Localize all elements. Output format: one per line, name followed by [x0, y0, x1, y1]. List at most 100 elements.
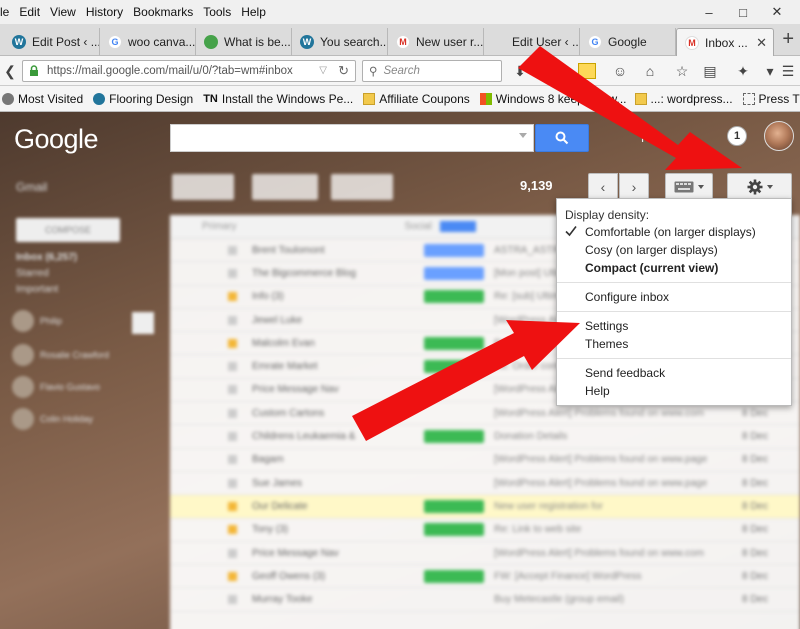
- folder-inbox[interactable]: Inbox (6,257): [16, 252, 77, 263]
- hamburger-menu-icon[interactable]: ☰: [778, 61, 798, 81]
- tab-you-search[interactable]: W You search...: [292, 28, 388, 56]
- tab-inbox[interactable]: M Inbox ... ✕: [676, 28, 774, 56]
- tab-new-user[interactable]: M New user r...: [388, 28, 484, 56]
- input-tools-button[interactable]: [665, 173, 713, 200]
- download-icon[interactable]: ⬇: [510, 61, 530, 81]
- gmail-search-input[interactable]: [170, 124, 534, 152]
- menu-tools[interactable]: Tools: [198, 5, 236, 19]
- table-row[interactable]: Tony (3) Re: Link to web site 8 Dec: [170, 519, 800, 542]
- home-icon[interactable]: ⌂: [640, 61, 660, 81]
- select-all-button[interactable]: [172, 174, 234, 200]
- gmail-search-button[interactable]: [535, 124, 589, 152]
- star-icon[interactable]: [228, 455, 237, 465]
- add-contact-icon[interactable]: [132, 312, 154, 334]
- bookmark-install-windows[interactable]: TN Install the Windows Pe...: [201, 92, 361, 106]
- bookmark-windows-8[interactable]: Windows 8 keeps slow...: [478, 92, 635, 106]
- maximize-button[interactable]: □: [730, 0, 756, 24]
- overflow-icon[interactable]: ▾: [760, 61, 780, 81]
- menu-history[interactable]: History: [81, 5, 128, 19]
- refresh-button[interactable]: [252, 174, 318, 200]
- more-button[interactable]: [331, 174, 393, 200]
- table-row[interactable]: Price Message Nav [WordPress Alert] Probl…: [170, 542, 800, 566]
- table-row[interactable]: Our Delicate New user registration for 8 D…: [170, 495, 800, 519]
- reader-view-icon[interactable]: [578, 63, 596, 79]
- table-row[interactable]: Bagam [WordPress Alert] Problems found on…: [170, 449, 800, 472]
- menu-view[interactable]: View: [45, 5, 81, 19]
- star-icon[interactable]: [228, 525, 237, 535]
- tab-woo-canvas[interactable]: G woo canva...: [100, 28, 196, 56]
- star-icon[interactable]: [228, 315, 237, 325]
- settings-gear-button[interactable]: [727, 173, 792, 200]
- new-tab-icon[interactable]: +: [782, 28, 794, 51]
- bookmark-most-visited[interactable]: Most Visited: [0, 92, 91, 106]
- contact-item[interactable]: Flavio Gustavo: [12, 376, 100, 398]
- star-icon[interactable]: [228, 571, 237, 581]
- star-icon[interactable]: [228, 595, 237, 605]
- contact-item[interactable]: Philip: [12, 310, 62, 332]
- star-icon[interactable]: [228, 385, 237, 395]
- tab-primary[interactable]: Primary: [170, 221, 254, 232]
- minimize-button[interactable]: –: [696, 0, 722, 24]
- search-options-icon[interactable]: [519, 133, 527, 138]
- reload-icon[interactable]: ↻: [338, 63, 349, 79]
- tab-social[interactable]: Social: [254, 221, 449, 232]
- url-bar[interactable]: https://mail.google.com/mail/u/0/?tab=wm…: [22, 60, 356, 82]
- close-window-button[interactable]: ✕: [764, 0, 790, 24]
- star-icon[interactable]: [228, 408, 237, 418]
- tab-what-is[interactable]: What is be...: [196, 28, 292, 56]
- menu-help[interactable]: Help: [236, 5, 271, 19]
- newer-page-button[interactable]: ‹: [588, 173, 618, 200]
- folder-starred[interactable]: Starred: [16, 268, 49, 279]
- bookmarks-list-icon[interactable]: ▤: [700, 61, 720, 81]
- bookmark-affiliate-coupons[interactable]: Affiliate Coupons: [361, 92, 478, 106]
- contact-item[interactable]: Colin Holiday: [12, 408, 93, 430]
- browser-search-box[interactable]: ⚲ Search: [362, 60, 502, 82]
- bookmark-press-this[interactable]: Press This: [741, 92, 800, 106]
- star-icon[interactable]: [228, 245, 237, 255]
- pocket-icon[interactable]: ✦: [733, 61, 753, 81]
- compose-button[interactable]: COMPOSE: [16, 218, 120, 242]
- bookmark-wordpress[interactable]: ...: wordpress...: [634, 92, 741, 106]
- star-icon[interactable]: [228, 548, 237, 558]
- star-icon[interactable]: [228, 478, 237, 488]
- table-row[interactable]: Sue James [WordPress Alert] Problems foun…: [170, 472, 800, 496]
- tab-edit-user[interactable]: Edit User ‹ ...: [484, 28, 580, 56]
- back-icon[interactable]: ❮: [0, 61, 20, 81]
- star-icon[interactable]: [228, 362, 237, 372]
- user-name[interactable]: Phil: [641, 131, 661, 145]
- send-feedback-item[interactable]: Send feedback: [585, 366, 665, 380]
- older-page-button[interactable]: ›: [619, 173, 649, 200]
- tab-edit-post[interactable]: W Edit Post ‹ ...: [4, 28, 100, 56]
- star-icon[interactable]: [228, 501, 237, 511]
- smiley-icon[interactable]: ☺: [610, 61, 630, 81]
- close-tab-icon[interactable]: ✕: [756, 35, 767, 51]
- table-row[interactable]: Murray Tooke Buy Metecastle (group email)…: [170, 589, 800, 612]
- gmail-label[interactable]: Gmail: [16, 180, 47, 194]
- url-dropdown-icon[interactable]: ▽: [319, 65, 327, 76]
- star-icon[interactable]: [228, 338, 237, 348]
- density-compact[interactable]: Compact (current view): [585, 261, 718, 275]
- configure-inbox-item[interactable]: Configure inbox: [585, 290, 669, 304]
- themes-item[interactable]: Themes: [585, 337, 628, 351]
- menu-file[interactable]: le: [0, 5, 14, 19]
- menu-bookmarks[interactable]: Bookmarks: [128, 5, 198, 19]
- bookmark-star-icon[interactable]: ☆: [672, 61, 692, 81]
- star-icon[interactable]: [228, 432, 237, 442]
- star-icon[interactable]: [228, 268, 237, 278]
- density-comfortable[interactable]: Comfortable (on larger displays): [585, 225, 756, 239]
- settings-item[interactable]: Settings: [585, 319, 628, 333]
- tab-google[interactable]: G Google: [580, 28, 676, 56]
- density-cosy[interactable]: Cosy (on larger displays): [585, 243, 718, 257]
- table-row[interactable]: Geoff Owens (3) FW: [Accept Finance] Word…: [170, 565, 800, 589]
- contact-item[interactable]: Rosalie Crawford: [12, 344, 109, 366]
- table-row[interactable]: Childrens Leukaemia & Donation Details 8 D…: [170, 425, 800, 449]
- star-icon[interactable]: [228, 292, 237, 302]
- avatar[interactable]: [764, 121, 794, 151]
- google-logo[interactable]: Google: [14, 124, 99, 155]
- folder-important[interactable]: Important: [16, 284, 58, 295]
- menu-edit[interactable]: Edit: [14, 5, 45, 19]
- help-item[interactable]: Help: [585, 384, 610, 398]
- menu-bar: le Edit View History Bookmarks Tools Hel…: [0, 0, 800, 24]
- notifications-badge[interactable]: 1: [727, 126, 747, 146]
- bookmark-flooring-design[interactable]: Flooring Design: [91, 92, 201, 106]
